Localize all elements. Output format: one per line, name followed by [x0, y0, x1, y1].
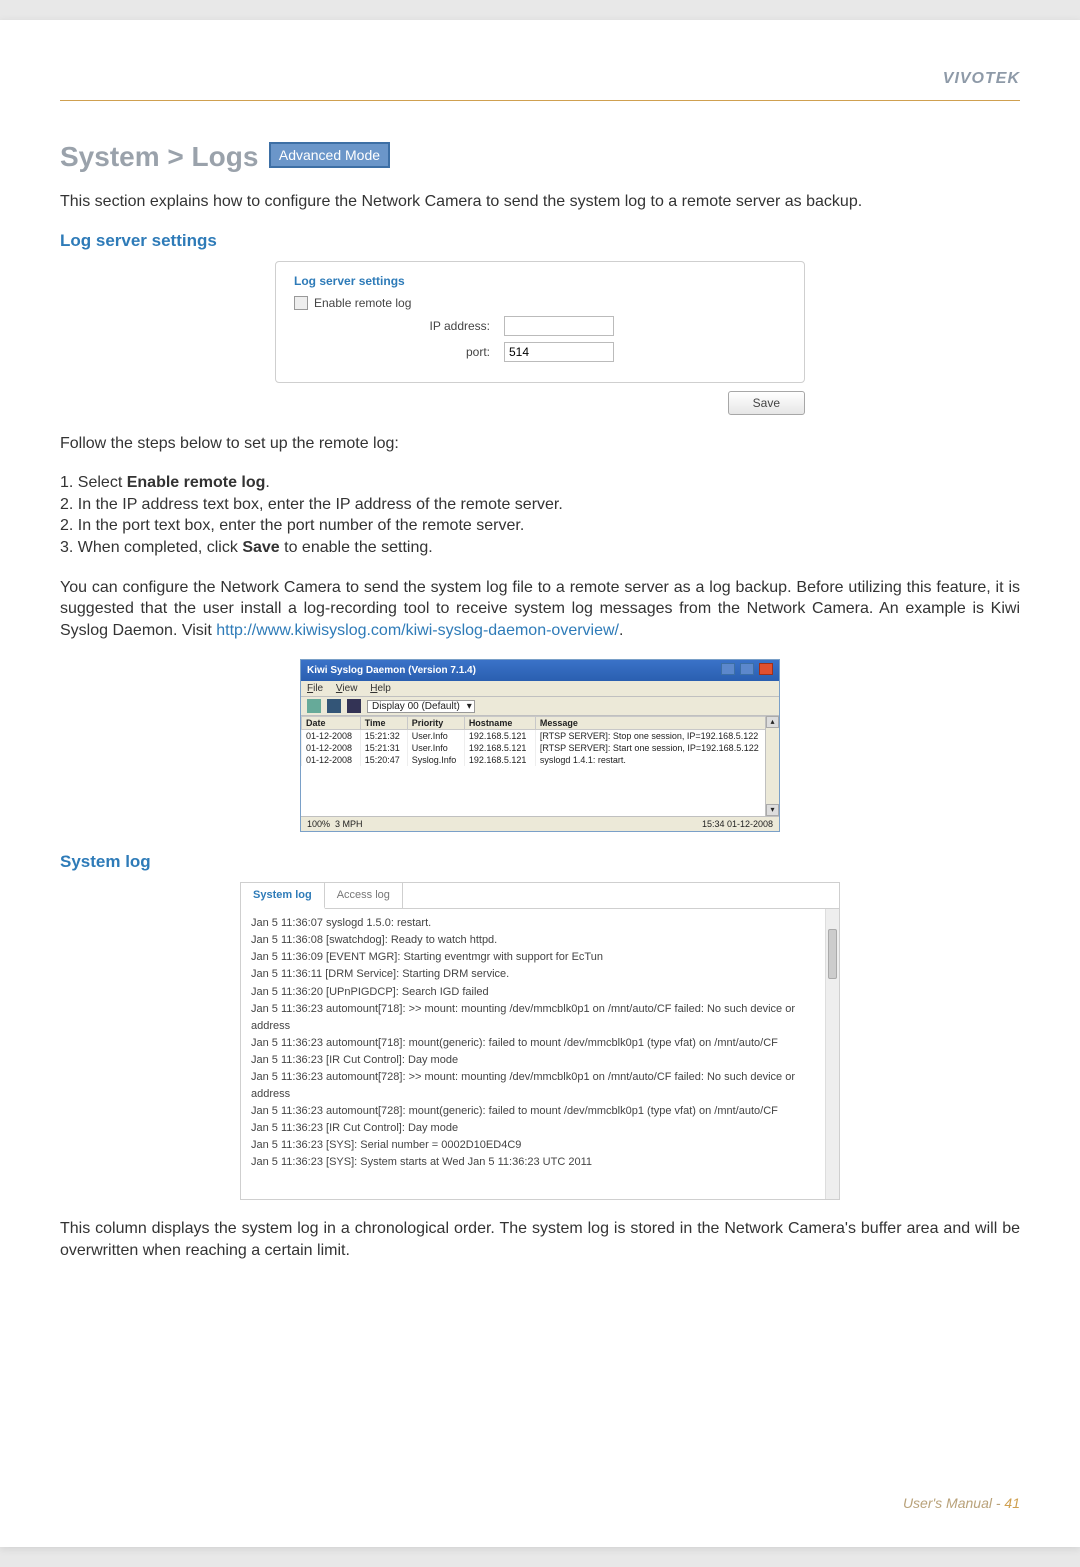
- panel-legend: Log server settings: [294, 274, 786, 288]
- col-message: Message: [535, 717, 778, 730]
- tab-system-log[interactable]: System log: [241, 883, 325, 909]
- log-line: Jan 5 11:36:23 [SYS]: Serial number = 00…: [251, 1137, 829, 1154]
- port-row: port:: [294, 342, 786, 362]
- window-buttons: [719, 663, 773, 678]
- kiwi-titlebar: Kiwi Syslog Daemon (Version 7.1.4): [301, 660, 779, 681]
- footer: User's Manual - 41: [903, 1495, 1020, 1511]
- scrollbar[interactable]: ▴ ▾: [765, 716, 779, 816]
- after-steps-text: You can configure the Network Camera to …: [60, 577, 1020, 642]
- brand-label: VIVOTEK: [943, 70, 1020, 88]
- minimize-icon[interactable]: [721, 663, 735, 675]
- log-line: Jan 5 11:36:11 [DRM Service]: Starting D…: [251, 966, 829, 983]
- close-icon[interactable]: [759, 663, 773, 675]
- page-title: System > Logs: [60, 141, 258, 173]
- step-item: 2. In the IP address text box, enter the…: [60, 494, 1020, 516]
- col-priority: Priority: [407, 717, 464, 730]
- kiwi-table: Date Time Priority Hostname Message 01-1…: [301, 716, 779, 766]
- port-input[interactable]: [504, 342, 614, 362]
- scrollbar[interactable]: [825, 909, 839, 1199]
- page: VIVOTEK System > Logs Advanced Mode This…: [0, 20, 1080, 1547]
- col-date: Date: [302, 717, 361, 730]
- log-line: Jan 5 11:36:23 automount[728]: >> mount:…: [251, 1069, 829, 1103]
- enable-remote-log-label: Enable remote log: [314, 296, 411, 310]
- kiwi-menubar: File View Help: [301, 681, 779, 697]
- port-label: port:: [294, 345, 504, 359]
- advanced-mode-badge: Advanced Mode: [269, 142, 390, 168]
- col-time: Time: [360, 717, 407, 730]
- closing-text: This column displays the system log in a…: [60, 1218, 1020, 1261]
- log-line: Jan 5 11:36:23 [SYS]: System starts at W…: [251, 1154, 829, 1171]
- menu-help[interactable]: Help: [370, 683, 391, 694]
- status-right: 15:34 01-12-2008: [702, 819, 773, 829]
- steps-list: 1. Select Enable remote log. 2. In the I…: [60, 472, 1020, 558]
- step-item: 3. When completed, click Save to enable …: [60, 537, 1020, 559]
- system-log-heading: System log: [60, 852, 1020, 872]
- page-number: 41: [1004, 1495, 1020, 1511]
- log-line: Jan 5 11:36:23 [IR Cut Control]: Day mod…: [251, 1120, 829, 1137]
- ip-address-input[interactable]: [504, 316, 614, 336]
- intro-text: This section explains how to configure t…: [60, 191, 1020, 213]
- ip-row: IP address:: [294, 316, 786, 336]
- log-server-heading: Log server settings: [60, 231, 1020, 251]
- scroll-down-icon[interactable]: ▾: [766, 804, 779, 816]
- log-server-panel: Log server settings Enable remote log IP…: [275, 261, 805, 383]
- status-left: 100% 3 MPH: [307, 819, 363, 829]
- log-line: Jan 5 11:36:09 [EVENT MGR]: Starting eve…: [251, 949, 829, 966]
- step-item: 1. Select Enable remote log.: [60, 472, 1020, 494]
- scrollbar-thumb[interactable]: [828, 929, 837, 979]
- scroll-up-icon[interactable]: ▴: [766, 716, 779, 728]
- table-row: 01-12-200815:21:32User.Info192.168.5.121…: [302, 730, 779, 743]
- log-line: Jan 5 11:36:07 syslogd 1.5.0: restart.: [251, 915, 829, 932]
- log-line: Jan 5 11:36:23 [IR Cut Control]: Day mod…: [251, 1052, 829, 1069]
- table-header-row: Date Time Priority Hostname Message: [302, 717, 779, 730]
- footer-label: User's Manual -: [903, 1495, 1004, 1511]
- menu-view[interactable]: View: [336, 683, 358, 694]
- table-row: 01-12-200815:21:31User.Info192.168.5.121…: [302, 742, 779, 754]
- toolbar-icon[interactable]: [327, 699, 341, 713]
- kiwi-window: Kiwi Syslog Daemon (Version 7.1.4) File …: [300, 659, 780, 832]
- step-item: 2. In the port text box, enter the port …: [60, 515, 1020, 537]
- display-dropdown[interactable]: Display 00 (Default): [367, 700, 475, 713]
- kiwi-title-text: Kiwi Syslog Daemon (Version 7.1.4): [307, 665, 476, 676]
- ip-label: IP address:: [294, 319, 504, 333]
- log-line: Jan 5 11:36:23 automount[718]: mount(gen…: [251, 1035, 829, 1052]
- log-line: Jan 5 11:36:08 [swatchdog]: Ready to wat…: [251, 932, 829, 949]
- enable-row: Enable remote log: [294, 296, 786, 310]
- log-line: Jan 5 11:36:23 automount[718]: >> mount:…: [251, 1001, 829, 1035]
- toolbar-icon[interactable]: [347, 699, 361, 713]
- save-button[interactable]: Save: [728, 391, 805, 415]
- table-row: 01-12-200815:20:47Syslog.Info192.168.5.1…: [302, 754, 779, 766]
- tabs-bar: System log Access log: [241, 883, 839, 909]
- kiwi-link[interactable]: http://www.kiwisyslog.com/kiwi-syslog-da…: [216, 622, 619, 639]
- log-line: Jan 5 11:36:23 automount[728]: mount(gen…: [251, 1103, 829, 1120]
- log-panel: System log Access log Jan 5 11:36:07 sys…: [240, 882, 840, 1200]
- follow-text: Follow the steps below to set up the rem…: [60, 433, 1020, 455]
- tab-access-log[interactable]: Access log: [325, 883, 403, 908]
- maximize-icon[interactable]: [740, 663, 754, 675]
- menu-file[interactable]: File: [307, 683, 323, 694]
- log-line: Jan 5 11:36:20 [UPnPIGDCP]: Search IGD f…: [251, 984, 829, 1001]
- kiwi-body: Date Time Priority Hostname Message 01-1…: [301, 716, 779, 816]
- save-row: Save: [275, 391, 805, 415]
- kiwi-toolbar: Display 00 (Default): [301, 697, 779, 716]
- top-divider: [60, 100, 1020, 101]
- col-hostname: Hostname: [464, 717, 535, 730]
- toolbar-icon[interactable]: [307, 699, 321, 713]
- log-body: Jan 5 11:36:07 syslogd 1.5.0: restart.Ja…: [241, 909, 839, 1199]
- kiwi-statusbar: 100% 3 MPH 15:34 01-12-2008: [301, 816, 779, 831]
- enable-remote-log-checkbox[interactable]: [294, 296, 308, 310]
